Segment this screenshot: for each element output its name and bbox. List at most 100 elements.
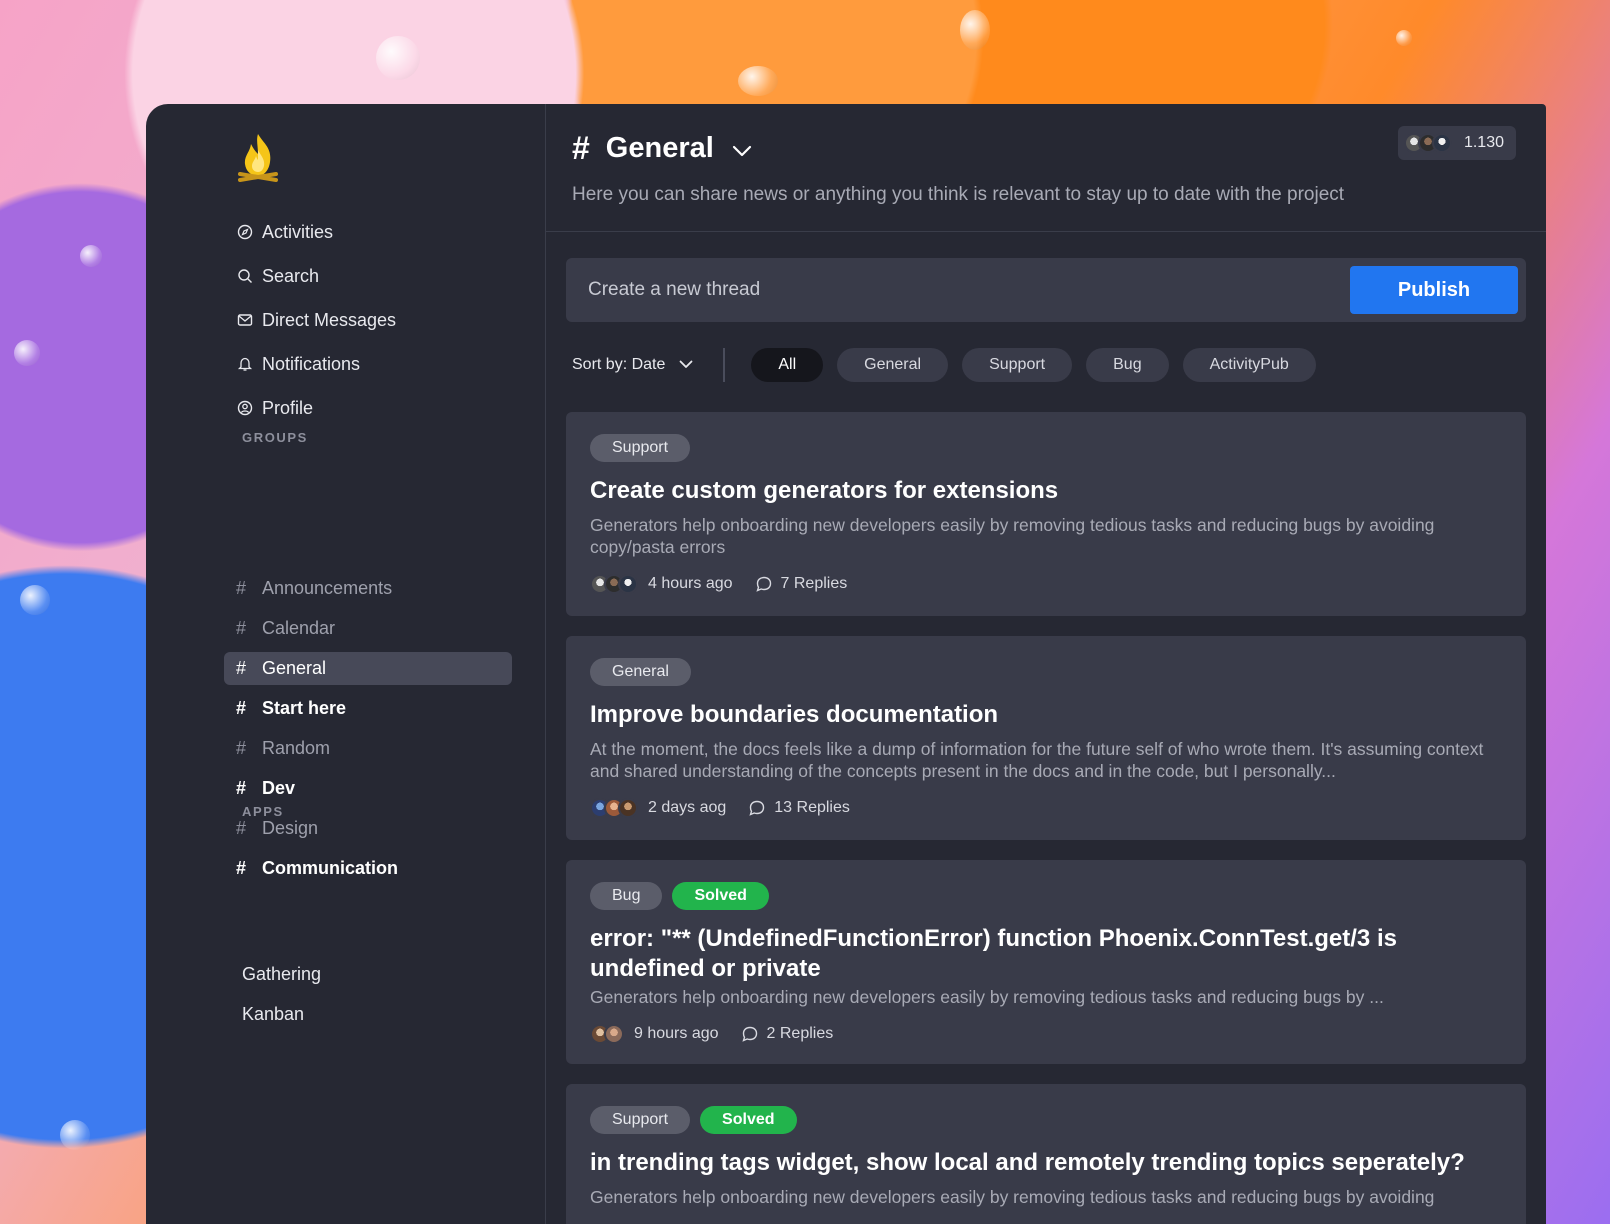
thread-tags: General bbox=[590, 658, 1502, 686]
solved-badge: Solved bbox=[700, 1106, 797, 1134]
avatar bbox=[618, 574, 638, 594]
thread-tags: Bug Solved bbox=[590, 882, 1502, 910]
channel-description: Here you can share news or anything you … bbox=[572, 184, 1345, 205]
member-avatars bbox=[1403, 133, 1452, 153]
group-item-general[interactable]: # General bbox=[224, 652, 512, 685]
publish-button[interactable]: Publish bbox=[1350, 266, 1518, 314]
members-button[interactable]: 1.130 bbox=[1397, 126, 1516, 160]
hash-icon: # bbox=[236, 658, 247, 678]
thread-meta: 2 days aog 13 Replies bbox=[590, 798, 1502, 818]
app-window: Activities Search Direct Messages Notifi… bbox=[146, 104, 1546, 1224]
thread-card[interactable]: Bug Solved error: "** (UndefinedFunction… bbox=[566, 860, 1526, 1064]
participant-avatars bbox=[590, 1024, 624, 1044]
background-bubble bbox=[14, 340, 40, 366]
nav-item-label: Activities bbox=[262, 221, 334, 242]
bell-icon bbox=[236, 355, 254, 373]
thread-card[interactable]: Support Solved in trending tags widget, … bbox=[566, 1084, 1526, 1224]
thread-card[interactable]: Support Create custom generators for ext… bbox=[566, 412, 1526, 616]
thread-tag: Bug bbox=[590, 882, 663, 910]
hash-icon: # bbox=[236, 778, 247, 798]
nav-item-notifications[interactable]: Notifications bbox=[224, 342, 514, 386]
groups-list: # Announcements # Calendar # General # Start… bbox=[224, 572, 512, 892]
replies-count: 7 Replies bbox=[780, 575, 848, 592]
group-item-start-here[interactable]: # Start here bbox=[224, 692, 512, 725]
thread-tag: Support bbox=[590, 434, 691, 462]
nav-item-search[interactable]: Search bbox=[224, 254, 514, 298]
thread-time: 9 hours ago bbox=[634, 1025, 719, 1042]
hash-icon: # bbox=[236, 578, 247, 598]
main-content: # General Here you can share news or any… bbox=[546, 104, 1546, 1224]
thread-title: in trending tags widget, show local and … bbox=[590, 1149, 1465, 1176]
thread-replies[interactable]: 2 Replies bbox=[741, 1025, 833, 1043]
app-item-gathering[interactable]: Gathering bbox=[242, 954, 321, 994]
envelope-icon bbox=[236, 311, 254, 329]
nav-item-label: Profile bbox=[262, 397, 314, 418]
campfire-logo-icon[interactable] bbox=[236, 132, 280, 182]
thread-title: Improve boundaries documentation bbox=[590, 701, 999, 728]
nav-item-activities[interactable]: Activities bbox=[224, 210, 514, 254]
groups-section-title: GROUPS bbox=[242, 430, 308, 445]
filter-pill-activitypub[interactable]: ActivityPub bbox=[1182, 348, 1316, 382]
comment-icon bbox=[741, 1026, 757, 1042]
group-item-announcements[interactable]: # Announcements bbox=[224, 572, 512, 605]
filter-pill-support[interactable]: Support bbox=[962, 348, 1073, 382]
channel-title-dropdown[interactable]: # General bbox=[572, 130, 752, 167]
thread-excerpt: Generators help onboarding new developer… bbox=[590, 515, 1435, 557]
background-bubble bbox=[960, 10, 990, 50]
thread-replies[interactable]: 13 Replies bbox=[748, 799, 850, 817]
group-item-label: Announcements bbox=[262, 578, 393, 598]
apps-section-title: APPS bbox=[242, 804, 284, 819]
avatar bbox=[1431, 133, 1452, 153]
thread-time: 4 hours ago bbox=[648, 575, 733, 592]
thread-meta: 9 hours ago 2 Replies bbox=[590, 1024, 1502, 1044]
filter-pill-all[interactable]: All bbox=[751, 348, 824, 382]
group-item-communication[interactable]: # Communication bbox=[224, 852, 512, 885]
background-bubble bbox=[20, 585, 50, 615]
nav-item-label: Direct Messages bbox=[262, 309, 397, 330]
filter-divider bbox=[723, 348, 726, 382]
thread-tags: Support Solved bbox=[590, 1106, 1502, 1134]
nav-item-profile[interactable]: Profile bbox=[224, 386, 514, 430]
thread-card[interactable]: General Improve boundaries documentation… bbox=[566, 636, 1526, 840]
thread-tag: General bbox=[590, 658, 691, 686]
background-bubble bbox=[60, 1120, 90, 1150]
group-item-label: Calendar bbox=[262, 618, 336, 638]
new-thread-composer: Publish bbox=[566, 258, 1526, 322]
group-item-label: General bbox=[262, 658, 327, 678]
group-item-random[interactable]: # Random bbox=[224, 732, 512, 765]
sidebar: Activities Search Direct Messages Notifi… bbox=[146, 104, 546, 1224]
sort-dropdown[interactable]: Sort by: Date bbox=[572, 356, 693, 374]
thread-title: Create custom generators for extensions bbox=[590, 477, 1059, 504]
new-thread-input[interactable] bbox=[566, 279, 1350, 301]
filter-pill-bug[interactable]: Bug bbox=[1086, 348, 1169, 382]
background-bubble bbox=[1396, 30, 1412, 46]
nav-item-label: Search bbox=[262, 265, 320, 286]
channel-header: # General Here you can share news or any… bbox=[546, 104, 1546, 232]
chevron-down-icon bbox=[679, 356, 693, 374]
thread-replies[interactable]: 7 Replies bbox=[755, 575, 848, 593]
background-bubble bbox=[738, 66, 778, 96]
comment-icon bbox=[749, 800, 765, 816]
participant-avatars bbox=[590, 574, 638, 594]
apps-list: Gathering Kanban bbox=[242, 954, 321, 1034]
compass-icon bbox=[236, 223, 254, 241]
thread-tags: Support bbox=[590, 434, 1502, 462]
group-item-calendar[interactable]: # Calendar bbox=[224, 612, 512, 645]
thread-excerpt: Generators help onboarding new developer… bbox=[590, 1187, 1435, 1207]
solved-badge: Solved bbox=[672, 882, 769, 910]
group-item-label: Random bbox=[262, 738, 331, 758]
hash-icon: # bbox=[236, 858, 247, 878]
background-bubble bbox=[376, 36, 420, 80]
nav-item-direct-messages[interactable]: Direct Messages bbox=[224, 298, 514, 342]
avatar bbox=[604, 1024, 624, 1044]
search-icon bbox=[236, 267, 254, 285]
thread-meta: 4 hours ago 7 Replies bbox=[590, 574, 1502, 594]
filter-pill-general[interactable]: General bbox=[837, 348, 949, 382]
app-item-kanban[interactable]: Kanban bbox=[242, 994, 321, 1034]
user-circle-icon bbox=[236, 399, 254, 417]
group-item-label: Start here bbox=[262, 698, 347, 718]
hash-icon: # bbox=[236, 818, 247, 838]
group-item-dev[interactable]: # Dev bbox=[224, 772, 512, 805]
thread-tag: Support bbox=[590, 1106, 691, 1134]
group-item-label: Communication bbox=[262, 858, 399, 878]
